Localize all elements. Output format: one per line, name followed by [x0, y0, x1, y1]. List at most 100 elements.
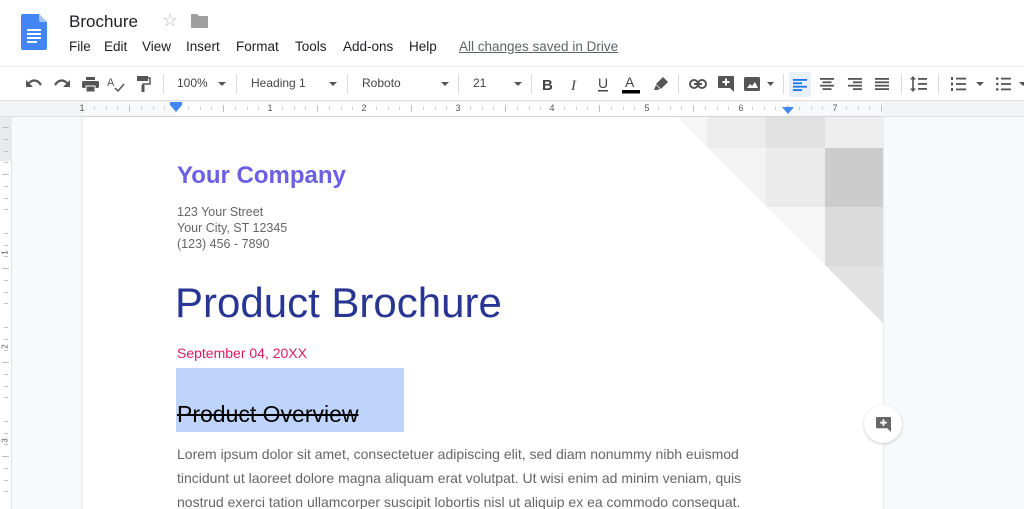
font-size-select[interactable]: 21	[473, 76, 486, 90]
body-text-line[interactable]: nostrud exerci tation ullamcorper suscip…	[177, 494, 740, 509]
font-select[interactable]: Roboto	[362, 76, 401, 90]
align-center-button[interactable]	[817, 73, 837, 95]
vertical-ruler[interactable]: 1 2 3	[0, 117, 12, 509]
insert-comment-button[interactable]	[716, 73, 736, 95]
vertical-ruler-tick	[4, 491, 8, 493]
ruler-label: 4	[549, 103, 555, 113]
vertical-ruler-tick	[2, 127, 9, 128]
header: Brochure ☆ File Edit View Insert Format …	[0, 0, 1024, 66]
body-text-line[interactable]: Lorem ipsum dolor sit amet, consectetuer…	[177, 446, 739, 462]
insert-link-button[interactable]	[688, 73, 708, 95]
toolbar-separator	[163, 74, 164, 94]
vertical-ruler-tick	[4, 150, 8, 152]
folder-icon[interactable]	[191, 14, 208, 28]
left-indent-handle[interactable]	[170, 105, 182, 112]
address-line[interactable]: (123) 456 - 7890	[177, 237, 269, 251]
ruler-tick	[481, 107, 483, 110]
ruler-tick	[140, 107, 142, 110]
document-date[interactable]: September 04, 20XX	[177, 345, 307, 361]
font-caret-icon[interactable]	[441, 82, 449, 86]
docs-logo-icon[interactable]	[21, 14, 47, 50]
paint-format-button[interactable]	[134, 73, 154, 95]
ruler-tick	[822, 107, 824, 110]
zoom-caret-icon[interactable]	[218, 82, 226, 86]
print-icon	[81, 76, 99, 92]
highlighter-icon	[654, 77, 668, 90]
ruler-tick	[352, 107, 354, 110]
ruler-tick	[505, 105, 506, 112]
redo-button[interactable]	[52, 73, 72, 95]
document-heading[interactable]: Product Brochure	[175, 279, 502, 327]
vertical-ruler-tick	[4, 373, 8, 375]
add-comment-button[interactable]	[864, 405, 902, 443]
vertical-ruler-tick	[4, 479, 8, 481]
numbered-list-button[interactable]	[948, 73, 968, 95]
spellcheck-icon: A	[107, 77, 125, 92]
ruler-tick	[634, 107, 636, 110]
align-left-button[interactable]	[789, 72, 811, 97]
vertical-ruler-tick	[4, 279, 8, 281]
section-heading[interactable]: Product Overview	[177, 401, 359, 428]
save-status-link[interactable]: All changes saved in Drive	[459, 39, 618, 54]
menu-addons[interactable]: Add-ons	[343, 39, 393, 54]
company-name[interactable]: Your Company	[177, 162, 346, 190]
ruler-tick	[340, 107, 342, 110]
menu-edit[interactable]: Edit	[104, 39, 127, 54]
document-title[interactable]: Brochure	[69, 12, 138, 32]
ruler-tick	[763, 107, 765, 110]
vertical-ruler-tick	[4, 420, 8, 422]
font-size-caret-icon[interactable]	[514, 82, 522, 86]
bold-button[interactable]: B	[539, 73, 557, 95]
highlight-color-button[interactable]	[652, 73, 670, 95]
ruler-tick	[810, 107, 812, 110]
ruler-tick	[211, 107, 213, 110]
horizontal-ruler[interactable]: 1 1 2 3 4 5 6 7	[0, 101, 1024, 117]
svg-text:U: U	[598, 76, 608, 91]
body-text-line[interactable]: tincidunt ut laoreet dolore magna aliqua…	[177, 470, 741, 486]
bulleted-list-icon	[995, 77, 1011, 91]
star-icon[interactable]: ☆	[162, 10, 178, 31]
line-spacing-button[interactable]	[908, 73, 928, 95]
style-caret-icon[interactable]	[329, 82, 337, 86]
menu-help[interactable]: Help	[409, 39, 437, 54]
menu-tools[interactable]: Tools	[295, 39, 327, 54]
image-icon	[744, 77, 774, 91]
bulleted-list-caret-icon[interactable]	[1019, 82, 1024, 86]
ruler-label: 5	[644, 103, 650, 113]
vertical-ruler-tick	[4, 467, 8, 469]
align-right-button[interactable]	[845, 73, 865, 95]
menu-view[interactable]: View	[142, 39, 171, 54]
vertical-ruler-tick	[4, 185, 8, 187]
address-line[interactable]: Your City, ST 12345	[177, 221, 287, 235]
add-comment-icon	[875, 416, 891, 432]
bulleted-list-button[interactable]	[993, 73, 1013, 95]
ruler-tick	[563, 107, 565, 110]
style-select[interactable]: Heading 1	[251, 76, 306, 90]
insert-image-button[interactable]	[742, 73, 776, 95]
right-indent-handle[interactable]	[782, 107, 794, 114]
print-button[interactable]	[80, 73, 100, 95]
ruler-tick	[469, 107, 471, 110]
ruler-label: 6	[738, 103, 744, 113]
vertical-ruler-tick	[4, 338, 8, 340]
underline-button[interactable]: U	[594, 73, 612, 95]
menu-file[interactable]: File	[69, 39, 91, 54]
text-color-icon: A	[622, 74, 640, 94]
menu-format[interactable]: Format	[236, 39, 279, 54]
address-line[interactable]: 123 Your Street	[177, 205, 263, 219]
vertical-ruler-tick	[4, 444, 8, 446]
numbered-list-caret-icon[interactable]	[976, 82, 984, 86]
justify-button[interactable]	[872, 73, 892, 95]
text-color-button[interactable]: A	[620, 73, 642, 95]
menu-insert[interactable]: Insert	[186, 39, 220, 54]
italic-button[interactable]: I	[567, 73, 585, 95]
vertical-ruler-tick	[4, 397, 8, 399]
document-page[interactable]: Your Company 123 Your Street Your City, …	[83, 117, 883, 509]
ruler-tick	[293, 107, 295, 110]
ruler-tick	[575, 107, 577, 110]
zoom-select[interactable]: 100%	[177, 76, 208, 90]
redo-icon	[54, 79, 70, 87]
align-right-icon	[848, 78, 862, 90]
undo-button[interactable]	[24, 73, 44, 95]
spellcheck-button[interactable]: A	[106, 73, 126, 95]
